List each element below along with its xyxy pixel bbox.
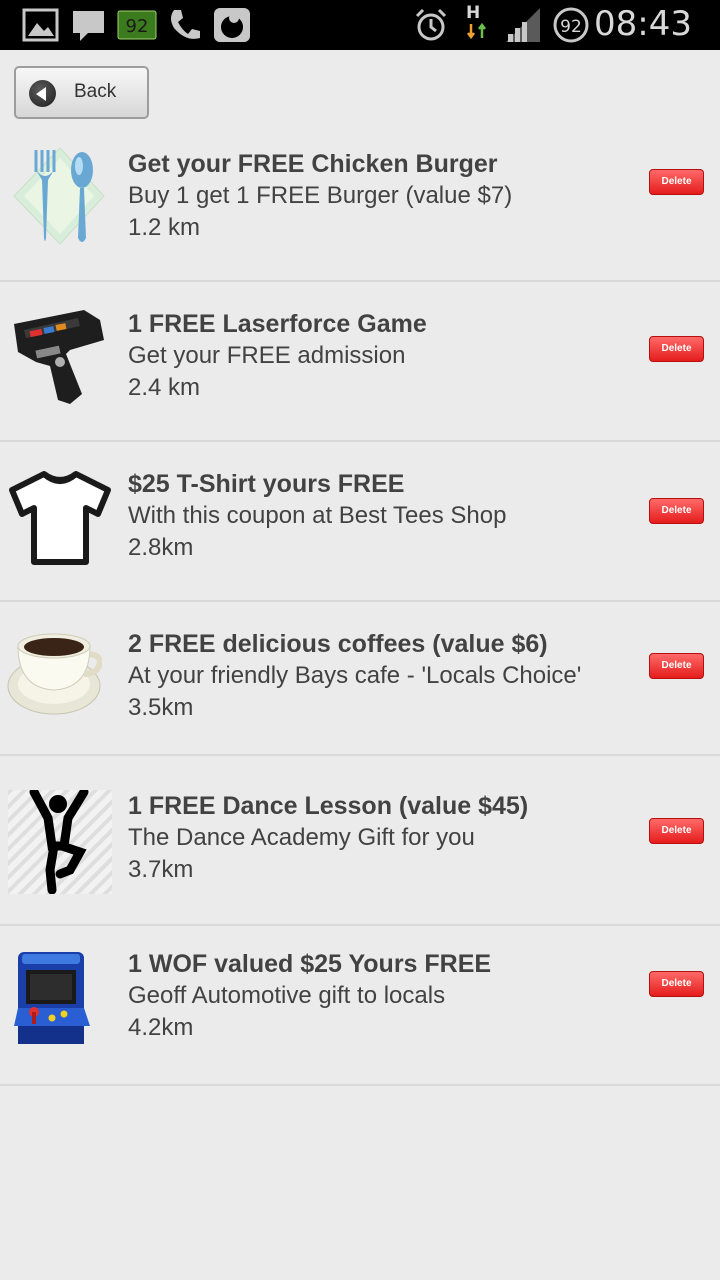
status-bar: 92 H 92 08:43 bbox=[0, 0, 720, 50]
coupon-distance: 2.4 km bbox=[128, 374, 201, 401]
coupon-description: Buy 1 get 1 FREE Burger (value $7) bbox=[128, 182, 513, 209]
svg-text:92: 92 bbox=[126, 16, 149, 37]
list-item[interactable]: 1 FREE Dance Lesson (value $45) The Danc… bbox=[0, 756, 720, 926]
svg-text:92: 92 bbox=[560, 17, 582, 37]
delete-button[interactable]: Delete bbox=[649, 971, 704, 997]
dancer-icon bbox=[8, 790, 112, 894]
delete-button[interactable]: Delete bbox=[649, 818, 704, 844]
coupon-list: Get your FREE Chicken Burger Buy 1 get 1… bbox=[0, 130, 720, 1086]
phone-icon bbox=[171, 10, 200, 39]
battery-circle-icon: 92 bbox=[553, 7, 589, 43]
alarm-icon bbox=[415, 8, 447, 41]
coupon-title: Get your FREE Chicken Burger bbox=[128, 150, 498, 178]
delete-button[interactable]: Delete bbox=[649, 336, 704, 362]
header-bar: Back bbox=[0, 50, 720, 130]
signal-icon bbox=[506, 8, 540, 42]
back-button-label: Back bbox=[74, 81, 117, 102]
coupon-description: At your friendly Bays cafe - 'Locals Cho… bbox=[128, 662, 582, 689]
coupon-description: The Dance Academy Gift for you bbox=[128, 824, 475, 851]
coupon-distance: 3.7km bbox=[128, 856, 194, 883]
coupon-description: With this coupon at Best Tees Shop bbox=[128, 502, 507, 529]
coupon-description: Geoff Automotive gift to locals bbox=[128, 982, 446, 1009]
list-item[interactable]: 1 WOF valued $25 Yours FREE Geoff Automo… bbox=[0, 926, 720, 1086]
message-icon bbox=[73, 11, 104, 41]
coffee-cup-icon bbox=[7, 633, 102, 715]
coupon-title: $25 T-Shirt yours FREE bbox=[128, 470, 405, 498]
delete-button[interactable]: Delete bbox=[649, 498, 704, 524]
coupon-description: Get your FREE admission bbox=[128, 342, 406, 369]
vodafone-icon bbox=[214, 8, 250, 42]
back-button[interactable]: Back bbox=[14, 66, 149, 119]
coupon-distance: 4.2km bbox=[128, 1014, 194, 1041]
coupon-title: 1 WOF valued $25 Yours FREE bbox=[128, 950, 492, 978]
battery-notification-icon: 92 bbox=[117, 10, 157, 40]
arcade-machine-icon bbox=[14, 952, 90, 1044]
coupon-distance: 3.5km bbox=[128, 694, 194, 721]
list-item[interactable]: $25 T-Shirt yours FREE With this coupon … bbox=[0, 442, 720, 602]
coupon-distance: 2.8km bbox=[128, 534, 194, 561]
list-item[interactable]: 2 FREE delicious coffees (value $6) At y… bbox=[0, 602, 720, 756]
coupon-title: 1 FREE Laserforce Game bbox=[128, 310, 427, 338]
clock: 08:43 bbox=[594, 4, 692, 44]
back-arrow-icon bbox=[29, 80, 56, 107]
gallery-icon bbox=[22, 8, 59, 42]
list-item[interactable]: 1 FREE Laserforce Game Get your FREE adm… bbox=[0, 282, 720, 442]
cutlery-icon bbox=[13, 147, 105, 244]
coupon-title: 2 FREE delicious coffees (value $6) bbox=[128, 630, 548, 658]
delete-button[interactable]: Delete bbox=[649, 169, 704, 195]
delete-button[interactable]: Delete bbox=[649, 653, 704, 679]
laser-gun-icon bbox=[14, 310, 104, 404]
network-h-icon: H bbox=[466, 4, 490, 44]
coupon-title: 1 FREE Dance Lesson (value $45) bbox=[128, 792, 529, 820]
tshirt-icon bbox=[9, 471, 111, 565]
list-item[interactable]: Get your FREE Chicken Burger Buy 1 get 1… bbox=[0, 130, 720, 282]
coupon-distance: 1.2 km bbox=[128, 214, 201, 241]
